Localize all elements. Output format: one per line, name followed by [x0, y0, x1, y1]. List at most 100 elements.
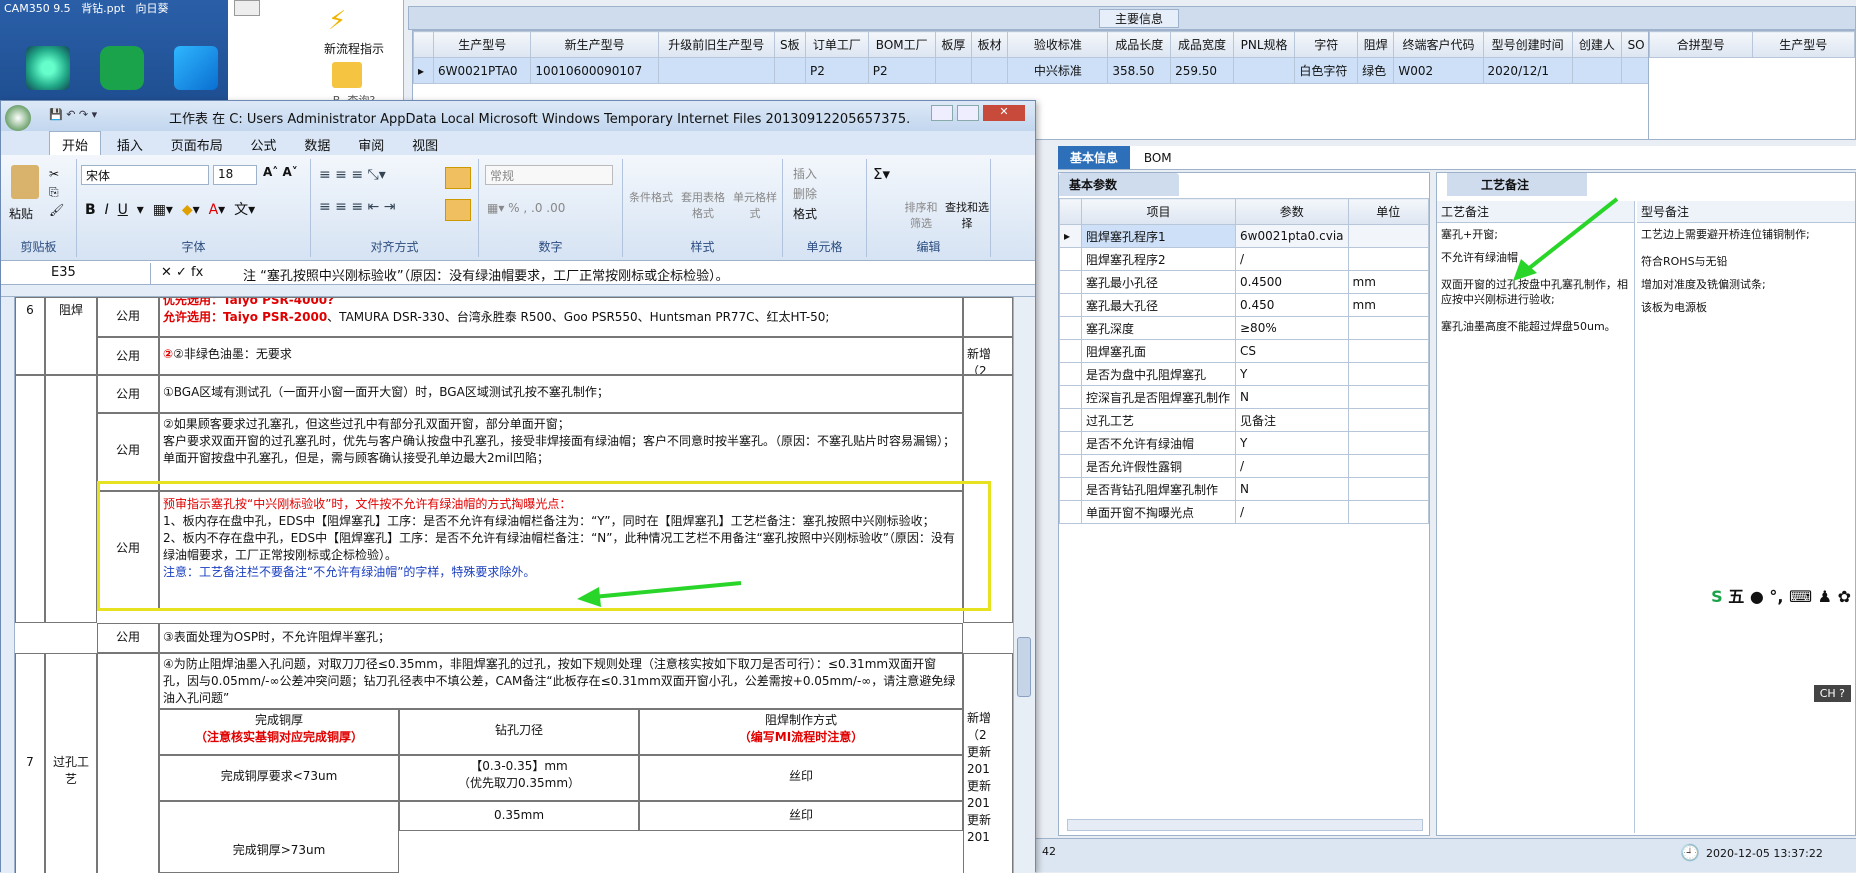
- insert-cells-button[interactable]: 插入: [793, 165, 817, 182]
- col-header[interactable]: 升级前旧生产型号: [657, 31, 775, 58]
- app-icon[interactable]: [92, 46, 152, 90]
- param-row[interactable]: 是否允许假性露铜 /: [1059, 454, 1429, 478]
- content-cell[interactable]: ②②非绿色油墨：无要求: [159, 337, 963, 375]
- col-header[interactable]: 成品宽度: [1170, 31, 1234, 58]
- param-item[interactable]: 塞孔最小孔径: [1081, 270, 1236, 294]
- paste-icon[interactable]: [11, 165, 39, 199]
- table-header-cell[interactable]: 钻孔刀径: [399, 709, 639, 755]
- tab-page-layout[interactable]: 页面布局: [159, 132, 235, 157]
- col-header[interactable]: 项目: [1081, 198, 1236, 225]
- tab-basic-params[interactable]: 基本参数: [1059, 173, 1179, 196]
- param-unit[interactable]: [1347, 247, 1429, 271]
- sunlogin-icon[interactable]: [166, 46, 226, 90]
- param-row[interactable]: 是否为盘中孔阻焊塞孔 Y: [1059, 362, 1429, 386]
- wrap-text-icon[interactable]: [445, 167, 471, 189]
- content-cell[interactable]: ④为防止阻焊油墨入孔问题，对取刀刀径≤0.35mm，非阻焊塞孔的过孔，按如下规则…: [159, 653, 963, 709]
- ime-toolbar[interactable]: S 五 ● °, ⌨ ♟ ✿: [1711, 583, 1851, 607]
- table-cell[interactable]: [1571, 57, 1623, 84]
- public-cell[interactable]: 公用: [97, 623, 159, 653]
- font-size-input[interactable]: 18: [213, 165, 257, 185]
- autosum-icon[interactable]: Σ▾: [873, 165, 890, 183]
- formula-icons[interactable]: ✕ ✓ fx: [161, 265, 203, 280]
- param-unit[interactable]: [1347, 408, 1429, 432]
- param-value[interactable]: Y: [1235, 362, 1349, 386]
- tab-insert[interactable]: 插入: [105, 132, 155, 157]
- table-row[interactable]: ▸ 6W0021PTA0 10010600090107 P2 P2 中兴标准 3…: [413, 57, 1651, 84]
- param-value[interactable]: 6w0021pta0.cvia: [1235, 224, 1349, 248]
- col-header[interactable]: 单位: [1347, 198, 1429, 225]
- new-flow-label[interactable]: 新流程指示: [304, 40, 404, 57]
- name-box[interactable]: E35: [1, 263, 151, 284]
- row-selector[interactable]: ▸: [1059, 224, 1082, 248]
- param-item[interactable]: 阻焊塞孔面: [1081, 339, 1236, 363]
- param-unit[interactable]: mm: [1347, 293, 1429, 317]
- category-cell[interactable]: [45, 375, 97, 623]
- param-value[interactable]: 0.4500: [1235, 270, 1349, 294]
- param-row[interactable]: 单面开窗不掏曝光点 /: [1059, 500, 1429, 524]
- param-item[interactable]: 塞孔深度: [1081, 316, 1236, 340]
- param-item[interactable]: 过孔工艺: [1081, 408, 1236, 432]
- maximize-icon[interactable]: [957, 105, 979, 121]
- row-selector[interactable]: [1059, 316, 1082, 340]
- col-header[interactable]: 板厚: [934, 31, 973, 58]
- table-cell[interactable]: 259.50: [1170, 57, 1234, 84]
- param-value[interactable]: CS: [1235, 339, 1349, 363]
- param-unit[interactable]: [1347, 316, 1429, 340]
- param-value[interactable]: N: [1235, 477, 1349, 501]
- office-button-icon[interactable]: [5, 105, 31, 131]
- font-grow-shrink[interactable]: A˄ A˅: [263, 165, 298, 179]
- param-row[interactable]: 塞孔最小孔径 0.4500 mm: [1059, 270, 1429, 294]
- row-selector[interactable]: [1059, 247, 1082, 271]
- col-header[interactable]: 参数: [1235, 198, 1349, 225]
- param-item[interactable]: 是否允许假性露铜: [1081, 454, 1236, 478]
- table-cell[interactable]: [773, 57, 807, 84]
- param-value[interactable]: /: [1235, 454, 1349, 478]
- clipboard-tools[interactable]: ✂ ⎘ 🖌: [49, 165, 64, 219]
- param-row[interactable]: 控深盲孔是否阻焊塞孔制作 N: [1059, 385, 1429, 409]
- row-number[interactable]: [15, 375, 45, 623]
- param-unit[interactable]: [1347, 477, 1429, 501]
- row-number[interactable]: 7: [15, 653, 45, 873]
- param-item[interactable]: 是否为盘中孔阻焊塞孔: [1081, 362, 1236, 386]
- col-header[interactable]: BOM工厂: [867, 31, 936, 58]
- param-unit[interactable]: [1347, 339, 1429, 363]
- public-cell[interactable]: 公用: [97, 337, 159, 375]
- content-cell[interactable]: 优先选用：Taiyo PSR-4000? 允许选用：Taiyo PSR-2000…: [159, 297, 963, 337]
- table-cell[interactable]: 丝印: [639, 755, 963, 801]
- param-item[interactable]: 控深盲孔是否阻焊塞孔制作: [1081, 385, 1236, 409]
- public-cell[interactable]: 公用: [97, 375, 159, 413]
- public-cell[interactable]: [97, 653, 159, 873]
- scroll-thumb[interactable]: [1017, 637, 1031, 697]
- param-item[interactable]: 单面开窗不掏曝光点: [1081, 500, 1236, 524]
- col-header[interactable]: 终端客户代码: [1393, 31, 1484, 58]
- param-item[interactable]: 阻焊塞孔程序2: [1081, 247, 1236, 271]
- param-unit[interactable]: [1347, 224, 1429, 248]
- table-cell[interactable]: 10010600090107: [530, 57, 659, 84]
- row-selector[interactable]: [1059, 385, 1082, 409]
- col-header[interactable]: 阻焊: [1357, 31, 1395, 58]
- param-unit[interactable]: [1347, 454, 1429, 478]
- category-cell[interactable]: 过孔工艺: [45, 653, 97, 873]
- sort-filter-button[interactable]: 排序和筛选: [901, 199, 941, 231]
- close-icon[interactable]: ✕: [983, 105, 1025, 121]
- tool-icon[interactable]: [234, 0, 260, 16]
- col-header[interactable]: 生产型号: [1751, 31, 1855, 58]
- conditional-format-button[interactable]: 条件格式: [627, 189, 675, 205]
- table-cell[interactable]: 【0.3-0.35】mm （优先取刀0.35mm）: [399, 755, 639, 801]
- format-cells-button[interactable]: 格式: [793, 205, 817, 222]
- table-cell[interactable]: W002: [1393, 57, 1484, 84]
- col-header[interactable]: SO: [1621, 31, 1651, 58]
- tab-review[interactable]: 审阅: [346, 132, 396, 157]
- param-value[interactable]: Y: [1235, 431, 1349, 455]
- table-cell[interactable]: 0.35mm: [399, 801, 639, 831]
- col-header[interactable]: 字符: [1294, 31, 1359, 58]
- public-cell[interactable]: 公用: [97, 413, 159, 491]
- param-unit[interactable]: mm: [1347, 270, 1429, 294]
- table-cell[interactable]: 绿色: [1357, 57, 1395, 84]
- language-bar[interactable]: CH ?: [1813, 685, 1851, 702]
- category-cell[interactable]: 阻焊: [45, 297, 97, 375]
- minimize-icon[interactable]: [931, 105, 953, 121]
- param-row[interactable]: 是否不允许有绿油帽 Y: [1059, 431, 1429, 455]
- font-format-buttons[interactable]: B I U ▾ ▦▾ ◆▾ A▾ 文▾: [85, 199, 255, 219]
- model-notes-text[interactable]: 工艺边上需要避开桥连位铺铜制作; 符合ROHS与无铅 增加对准度及铣偏测试条; …: [1637, 223, 1855, 319]
